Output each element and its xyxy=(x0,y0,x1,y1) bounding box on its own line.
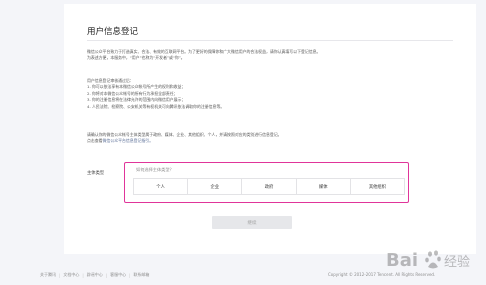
footer-link[interactable]: 辟谣中心 xyxy=(87,272,103,278)
svg-text:Bai: Bai xyxy=(386,250,418,271)
continue-button[interactable]: 继续 xyxy=(212,216,292,229)
footer-separator: | xyxy=(105,272,108,278)
page-title: 用户信息登记 xyxy=(87,27,139,37)
footer-link[interactable]: 客服中心 xyxy=(110,272,126,278)
intro-line: 为表述方便，本服务中，“用户”也称为“开发者”或“你”。 xyxy=(87,55,185,61)
footer-separator: | xyxy=(129,272,131,278)
footer-separator: | xyxy=(82,272,84,278)
notice-prefix: 点击查看 xyxy=(87,138,103,144)
baidu-watermark-logo: Bai 经验 xyxy=(386,250,470,271)
footer-link[interactable]: 关于腾讯 xyxy=(40,272,56,278)
highlight-annotation-box xyxy=(124,162,409,203)
svg-text:经验: 经验 xyxy=(444,254,470,270)
guide-link[interactable]: 微信公众平台信息登记指引。 xyxy=(103,138,154,143)
rule-item: 4. 人民法院、检察院、公安机关等有权机关可向腾讯依法调取你的注册信息等。 xyxy=(87,103,225,109)
registration-card: 用户信息登记 微信公众平台致力于打造真实、合法、有效的互联网平台。为了更好的保障… xyxy=(64,4,476,254)
footer-links: 关于腾讯 | 文档中心 | 辟谣中心 | 客服中心 | 联系邮箱 xyxy=(40,272,149,278)
rules-text: 用户信息登记审核通过后： 1. 你可以依法享有本微信公众帐号所产生的权利和收益；… xyxy=(87,78,453,110)
notice-text: 请确认你的微信公众帐号主体类型属于政府、媒体、企业、其他组织、个人，并请按照对应… xyxy=(87,132,453,145)
intro-text: 微信公众平台致力于打造真实、合法、有效的互联网平台。为了更好的保障你和广大微信用… xyxy=(87,49,453,62)
notice-line: 点击查看微信公众平台信息登记指引。 xyxy=(87,138,453,144)
footer-separator: | xyxy=(59,272,61,278)
subject-type-label: 主体类型 xyxy=(87,171,105,176)
footer-link[interactable]: 联系邮箱 xyxy=(133,272,149,278)
footer-link[interactable]: 文档中心 xyxy=(63,272,79,278)
title-divider xyxy=(87,40,453,41)
